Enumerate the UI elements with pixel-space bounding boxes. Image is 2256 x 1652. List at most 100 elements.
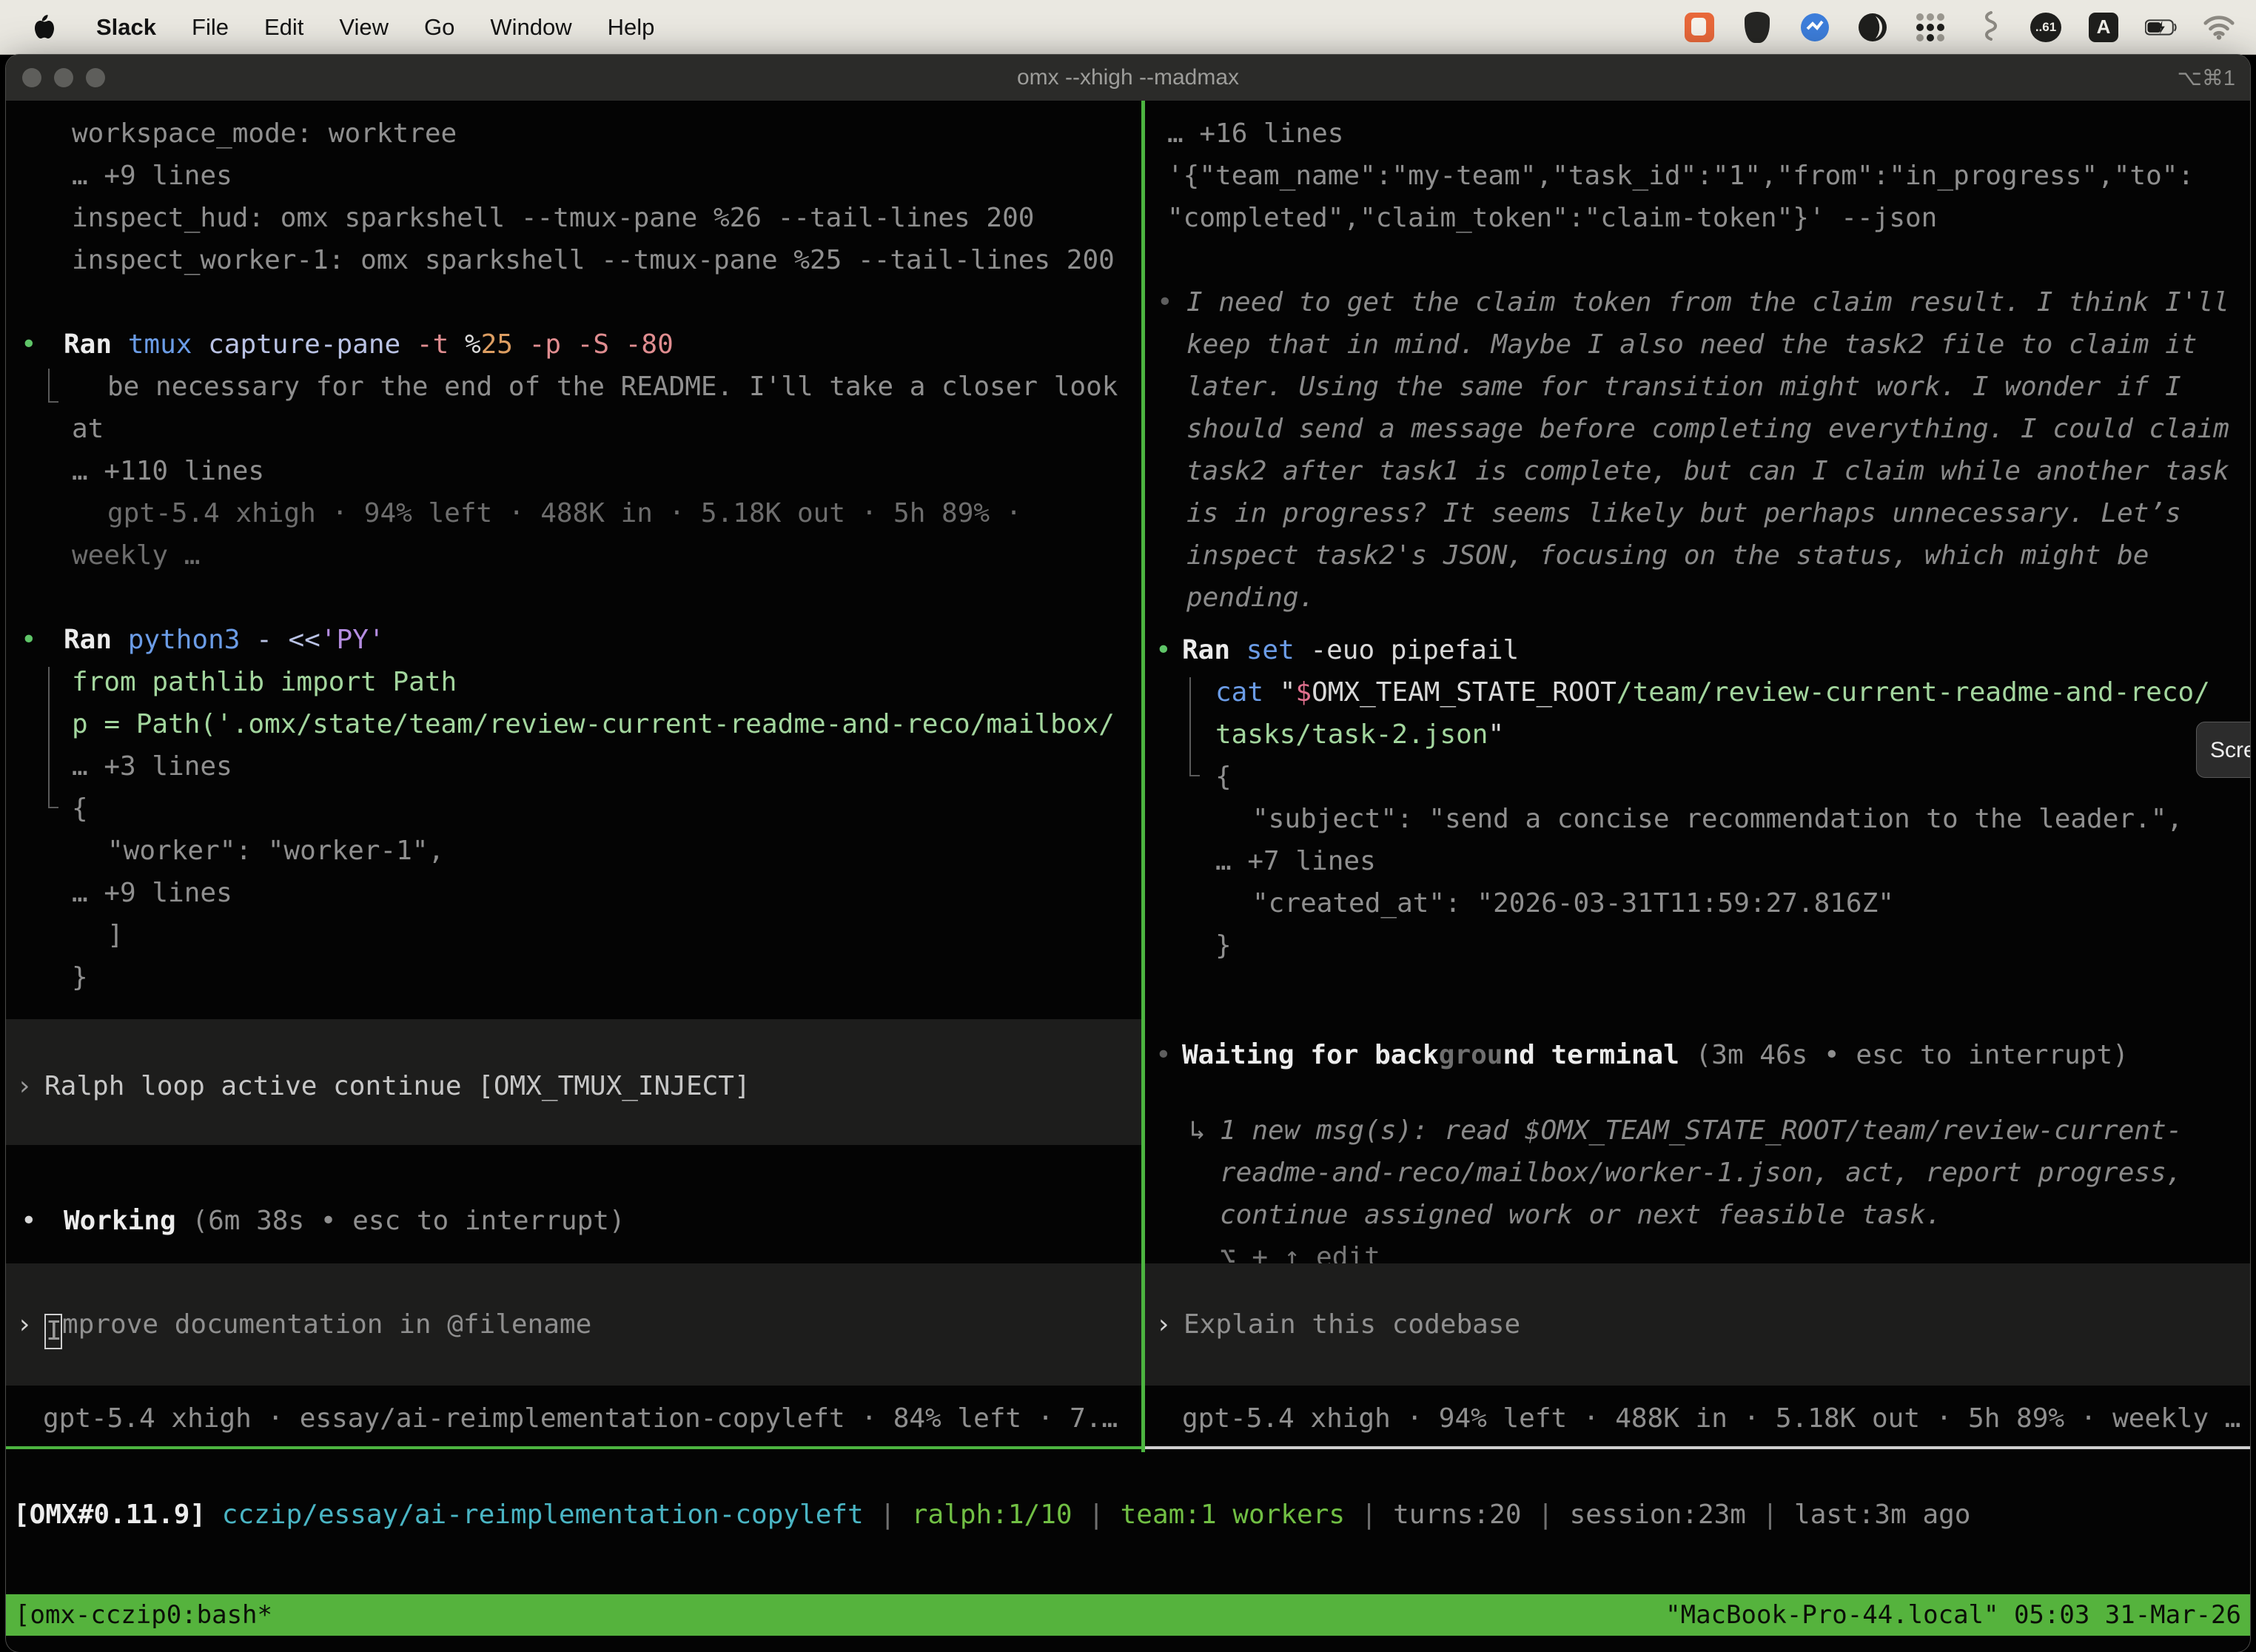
run-bullet-icon: •	[21, 323, 37, 366]
omx-hud-status-line: [OMX#0.11.9] cczip/essay/ai-reimplementa…	[13, 1494, 1970, 1536]
speed-badge-icon[interactable]	[1799, 11, 1831, 44]
json-line: }	[6, 956, 1141, 998]
prompt-chevron-icon: ›	[16, 1303, 33, 1346]
json-line: {	[1145, 756, 2250, 798]
window-shortcut-hint: ⌥⌘1	[2177, 65, 2235, 91]
ran-command-line: •Ran tmux capture-pane -t %25 -p -S -80	[6, 323, 1141, 366]
input-placeholder: Explain this codebase	[1184, 1309, 1520, 1340]
tmux-host-clock: "MacBook-Pro-44.local" 05:03 31-Mar-26	[1665, 1600, 2241, 1630]
collapsed-lines-indicator: … +110 lines	[6, 450, 1141, 492]
shield-icon[interactable]	[1741, 11, 1773, 44]
thinking-line: keep that in mind. Maybe I also need the…	[1145, 323, 2250, 366]
working-status-line: • Working (6m 38s • esc to interrupt)	[6, 1200, 1141, 1242]
pane-divider[interactable]	[1141, 101, 1145, 1452]
prompt-chevron-icon: ›	[1155, 1303, 1172, 1346]
command-output-block: cat "$OMX_TEAM_STATE_ROOT/team/review-cu…	[1145, 671, 2250, 967]
chat-app-icon[interactable]	[1683, 11, 1716, 44]
project-path: cczip/essay/ai-reimplementation-copyleft	[222, 1500, 864, 1530]
menu-item-window[interactable]: Window	[490, 14, 571, 41]
run-bullet-icon: •	[1155, 629, 1172, 671]
ran-label: Ran	[1182, 635, 1230, 665]
thinking-line: task2 after task1 is complete, but can I…	[1145, 450, 2250, 492]
pane-id-number: 25	[481, 329, 513, 360]
screen-tooltip: Scre	[2196, 722, 2250, 778]
pane-id-sign: %	[465, 329, 481, 360]
env-var-token: OMX_TEAM_STATE_ROOT	[1312, 677, 1617, 708]
output-line: at	[6, 408, 1141, 450]
json-line: "subject": "send a concise recommendatio…	[1145, 798, 2250, 840]
flag-token: -t	[417, 329, 449, 360]
apple-logo-icon[interactable]	[28, 11, 61, 44]
command-output-block: from pathlib import Path p = Path('.omx/…	[6, 661, 1141, 998]
status-bullet-icon: •	[1155, 1034, 1172, 1076]
dots-grid-icon[interactable]	[1914, 11, 1947, 44]
prompt-chevron-icon: ›	[16, 1065, 33, 1107]
ralph-loop-text: Ralph loop active continue [OMX_TMUX_INJ…	[44, 1071, 751, 1101]
working-meta: (6m 38s • esc to interrupt)	[192, 1206, 625, 1236]
last-activity: last:3m ago	[1794, 1500, 1970, 1530]
menu-item-file[interactable]: File	[192, 14, 229, 41]
mailbox-message-block: ↳1 new msg(s): read $OMX_TEAM_STATE_ROOT…	[1145, 1109, 2250, 1278]
focus-circle-icon[interactable]	[1856, 11, 1889, 44]
window-title: omx --xhigh --madmax	[6, 65, 2250, 90]
collapsed-lines-indicator: … +16 lines	[1145, 113, 2250, 155]
model-stats-line: gpt-5.4 xhigh · 94% left · 488K in · 5.1…	[6, 492, 1141, 534]
json-line: "created_at": "2026-03-31T11:59:27.816Z"	[1145, 882, 2250, 924]
waiting-label: nd terminal	[1503, 1040, 1679, 1070]
command-token: tmux	[128, 329, 192, 360]
output-line: inspect_worker-1: omx sparkshell --tmux-…	[6, 239, 1141, 281]
thinking-line: •I need to get the claim token from the …	[1145, 281, 2250, 323]
session-duration: session:23m	[1570, 1500, 1746, 1530]
dollar-token: $	[1295, 677, 1312, 708]
output-line: inspect_hud: omx sparkshell --tmux-pane …	[6, 197, 1141, 239]
command-token: cat	[1215, 677, 1263, 708]
terminal-window: omx --xhigh --madmax ⌥⌘1 workspace_mode:…	[6, 55, 2250, 1652]
thinking-line: inspect task2's JSON, focusing on the st…	[1145, 534, 2250, 577]
pane-status-line: gpt-5.4 xhigh · essay/ai-reimplementatio…	[43, 1397, 1118, 1440]
pane-worker-1[interactable]: … +16 lines '{"team_name":"my-team","tas…	[1145, 101, 2250, 1449]
input-source-icon[interactable]: A	[2087, 11, 2120, 44]
menu-item-help[interactable]: Help	[608, 14, 655, 41]
quote-token: "	[1488, 719, 1504, 750]
collapsed-lines-indicator: … +3 lines	[6, 745, 1141, 788]
thinking-line: pending.	[1145, 577, 2250, 619]
output-line: '{"team_name":"my-team","task_id":"1","f…	[1145, 155, 2250, 197]
message-line: continue assigned work or next feasible …	[1145, 1194, 2250, 1236]
prompt-input[interactable]: ›Improve documentation in @filename	[6, 1263, 1141, 1386]
menu-item-go[interactable]: Go	[424, 14, 454, 41]
turns-counter: turns:20	[1393, 1500, 1521, 1530]
collapsed-lines-indicator: … +7 lines	[1145, 840, 2250, 882]
working-label: Working	[64, 1206, 176, 1236]
minimize-window-button[interactable]	[54, 68, 73, 87]
badge-61-icon[interactable]: ..61	[2030, 11, 2062, 44]
ran-label: Ran	[64, 625, 112, 655]
command-token: python3	[128, 625, 241, 655]
menu-item-edit[interactable]: Edit	[264, 14, 303, 41]
output-line: be necessary for the end of the README. …	[6, 366, 1141, 408]
tmux-session-name[interactable]: [omx-cczip0:bash*	[15, 1600, 272, 1630]
command-output-block: be necessary for the end of the README. …	[6, 366, 1141, 577]
zoom-window-button[interactable]	[86, 68, 105, 87]
path-token: /team/review-current-readme-and-reco/	[1617, 677, 2210, 708]
tmux-status-bar: [omx-cczip0:bash* "MacBook-Pro-44.local"…	[6, 1594, 2250, 1636]
waiting-label-shimmer: grou	[1439, 1040, 1503, 1070]
menu-app-name[interactable]: Slack	[96, 14, 156, 41]
heredoc-tag-token: 'PY'	[320, 625, 385, 655]
hook-icon[interactable]	[1972, 11, 2004, 44]
quote-token: "	[1280, 677, 1296, 708]
heredoc-token: <<	[289, 625, 320, 655]
battery-icon[interactable]	[2145, 11, 2178, 44]
output-line: workspace_mode: worktree	[6, 113, 1141, 155]
title-bar: omx --xhigh --madmax ⌥⌘1	[6, 55, 2250, 101]
code-line: p = Path('.omx/state/team/review-current…	[6, 703, 1141, 745]
code-line: from pathlib import Path	[6, 661, 1141, 703]
prompt-input[interactable]: › Explain this codebase	[1145, 1263, 2250, 1386]
omx-version: [OMX#0.11.9]	[13, 1500, 206, 1530]
json-line: {	[6, 788, 1141, 830]
path-token: tasks/task-2.json	[1215, 719, 1488, 750]
status-bullet-icon: •	[21, 1200, 37, 1242]
pane-hud[interactable]: workspace_mode: worktree … +9 lines insp…	[6, 101, 1141, 1449]
wifi-icon[interactable]	[2203, 11, 2235, 44]
menu-item-view[interactable]: View	[339, 14, 389, 41]
close-window-button[interactable]	[22, 68, 41, 87]
